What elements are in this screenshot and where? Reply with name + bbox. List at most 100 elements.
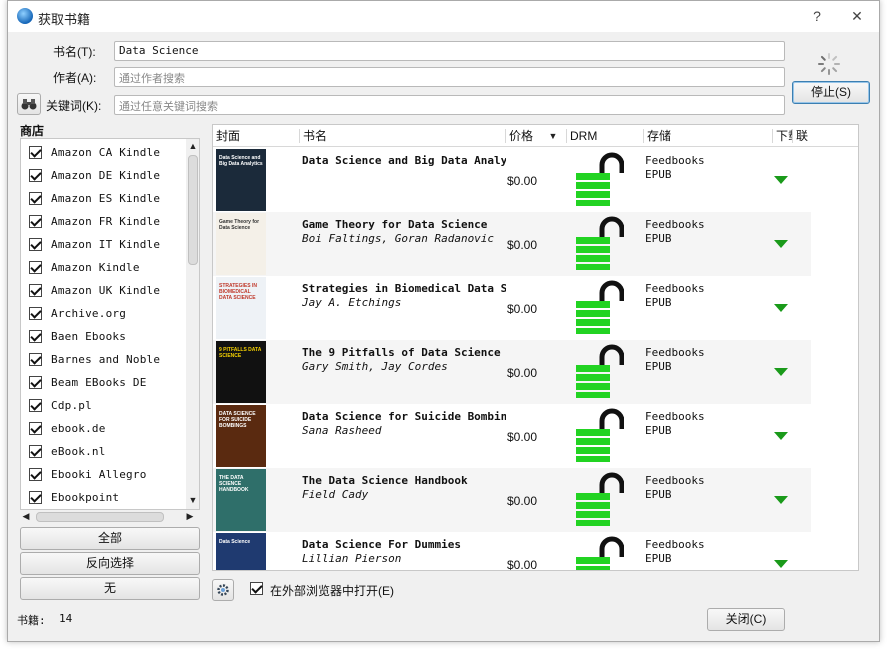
- select-all-button[interactable]: 全部: [20, 527, 200, 550]
- book-format: EPUB: [645, 168, 672, 181]
- store-checkbox[interactable]: [29, 284, 42, 297]
- store-list-hscrollbar[interactable]: ◀ ▶: [20, 510, 200, 524]
- store-item[interactable]: Amazon CA Kindle: [21, 142, 186, 165]
- stop-button[interactable]: 停止(S): [792, 81, 870, 104]
- stores-heading: 商店: [20, 124, 45, 138]
- store-source: Feedbooks: [645, 538, 705, 551]
- store-checkbox[interactable]: [29, 399, 42, 412]
- store-name: Amazon ES Kindle: [51, 192, 161, 205]
- book-author: Field Cady: [302, 488, 369, 501]
- store-list-scroll-thumb[interactable]: [188, 155, 198, 265]
- store-item[interactable]: Barnes and Noble: [21, 349, 186, 372]
- store-item[interactable]: eBook.nl: [21, 441, 186, 464]
- store-name: Amazon UK Kindle: [51, 284, 161, 297]
- book-author: Jay A. Etchings: [302, 296, 402, 309]
- header-price[interactable]: 价格: [505, 129, 533, 143]
- store-item[interactable]: Beam EBooks DE: [21, 372, 186, 395]
- book-author: Sana Rasheed: [302, 424, 382, 437]
- scroll-up-arrow-icon[interactable]: ▲: [187, 141, 199, 151]
- author-input[interactable]: 通过作者搜索: [114, 67, 785, 87]
- store-checkbox[interactable]: [29, 192, 42, 205]
- store-checkbox[interactable]: [29, 353, 42, 366]
- store-checkbox[interactable]: [29, 445, 42, 458]
- store-item[interactable]: Archive.org: [21, 303, 186, 326]
- book-storage: Feedbooks EPUB: [645, 538, 705, 566]
- download-arrow-icon[interactable]: [774, 304, 788, 312]
- book-price: $0.00: [507, 174, 538, 188]
- scroll-down-arrow-icon[interactable]: ▼: [187, 495, 199, 505]
- keyword-input[interactable]: 通过任意关键词搜索: [114, 95, 785, 115]
- table-row[interactable]: DATA SCIENCE FOR SUICIDE BOMBINGS Data Sc…: [213, 404, 811, 468]
- header-download[interactable]: 下载: [772, 129, 792, 143]
- table-row[interactable]: Data Science Data Science For Dummies Lill…: [213, 532, 811, 571]
- store-item[interactable]: Ebooki Allegro: [21, 464, 186, 487]
- header-affiliate[interactable]: 联: [792, 129, 808, 143]
- store-checkbox[interactable]: [29, 261, 42, 274]
- open-external-checkbox[interactable]: [250, 582, 263, 595]
- globe-icon: [17, 8, 33, 24]
- table-row[interactable]: THE DATA SCIENCE HANDBOOK The Data Scienc…: [213, 468, 811, 532]
- cover-text: DATA SCIENCE FOR SUICIDE BOMBINGS: [219, 411, 256, 429]
- cover-text: Data Science and Big Data Analytics: [219, 155, 263, 167]
- help-button[interactable]: ?: [804, 5, 830, 27]
- select-none-button[interactable]: 无: [20, 577, 200, 600]
- store-source: Feedbooks: [645, 154, 705, 167]
- store-checkbox[interactable]: [29, 307, 42, 320]
- store-checkbox[interactable]: [29, 468, 42, 481]
- store-item[interactable]: Baen Ebooks: [21, 326, 186, 349]
- store-checkbox[interactable]: [29, 376, 42, 389]
- store-item[interactable]: Amazon Kindle: [21, 257, 186, 280]
- store-checkbox[interactable]: [29, 491, 42, 504]
- store-item[interactable]: Amazon ES Kindle: [21, 188, 186, 211]
- store-checkbox[interactable]: [29, 169, 42, 182]
- table-row[interactable]: STRATEGIES IN BIOMEDICAL DATA SCIENCE Str…: [213, 276, 811, 340]
- store-list-hscroll-thumb[interactable]: [36, 512, 164, 522]
- store-checkbox[interactable]: [29, 215, 42, 228]
- store-item[interactable]: Amazon IT Kindle: [21, 234, 186, 257]
- store-item[interactable]: Cdp.pl: [21, 395, 186, 418]
- store-item[interactable]: Amazon UK Kindle: [21, 280, 186, 303]
- store-item[interactable]: Ebookpoint: [21, 487, 186, 509]
- table-row[interactable]: Data Science and Big Data Analytics Data …: [213, 148, 811, 212]
- download-arrow-icon[interactable]: [774, 240, 788, 248]
- open-external-label: 在外部浏览器中打开(E): [270, 584, 394, 598]
- scroll-left-arrow-icon[interactable]: ◀: [20, 511, 32, 522]
- book-price: $0.00: [507, 558, 538, 571]
- title-bar: 获取书籍 ? ✕: [8, 1, 879, 32]
- store-item[interactable]: Amazon DE Kindle: [21, 165, 186, 188]
- header-drm[interactable]: DRM: [566, 129, 597, 143]
- store-checkbox[interactable]: [29, 422, 42, 435]
- book-storage: Feedbooks EPUB: [645, 474, 705, 502]
- spinner-tick: [820, 66, 827, 73]
- config-button[interactable]: [212, 579, 234, 601]
- title-input[interactable]: Data Science: [114, 41, 785, 61]
- store-source: Feedbooks: [645, 282, 705, 295]
- scroll-right-arrow-icon[interactable]: ▶: [184, 511, 196, 522]
- header-cover[interactable]: 封面: [213, 129, 240, 143]
- download-arrow-icon[interactable]: [774, 432, 788, 440]
- header-title[interactable]: 书名: [299, 129, 327, 143]
- book-format: EPUB: [645, 232, 672, 245]
- store-name: ebook.de: [51, 422, 106, 435]
- book-storage: Feedbooks EPUB: [645, 410, 705, 438]
- download-arrow-icon[interactable]: [774, 496, 788, 504]
- table-row[interactable]: 9 PITFALLS DATA SCIENCE The 9 Pitfalls of…: [213, 340, 811, 404]
- binoculars-button[interactable]: [17, 93, 41, 115]
- store-item[interactable]: Amazon FR Kindle: [21, 211, 186, 234]
- book-storage: Feedbooks EPUB: [645, 346, 705, 374]
- store-item[interactable]: ebook.de: [21, 418, 186, 441]
- store-checkbox[interactable]: [29, 330, 42, 343]
- store-checkbox[interactable]: [29, 146, 42, 159]
- table-row[interactable]: Game Theory for Data Science Game Theory …: [213, 212, 811, 276]
- book-storage: Feedbooks EPUB: [645, 282, 705, 310]
- store-name: Amazon FR Kindle: [51, 215, 161, 228]
- header-storage[interactable]: 存储: [643, 129, 671, 143]
- download-arrow-icon[interactable]: [774, 560, 788, 568]
- close-button[interactable]: 关闭(C): [707, 608, 785, 631]
- download-arrow-icon[interactable]: [774, 368, 788, 376]
- download-arrow-icon[interactable]: [774, 176, 788, 184]
- store-checkbox[interactable]: [29, 238, 42, 251]
- invert-selection-button[interactable]: 反向选择: [20, 552, 200, 575]
- close-window-button[interactable]: ✕: [844, 5, 870, 27]
- store-list-vscrollbar[interactable]: ▲ ▼: [186, 139, 199, 509]
